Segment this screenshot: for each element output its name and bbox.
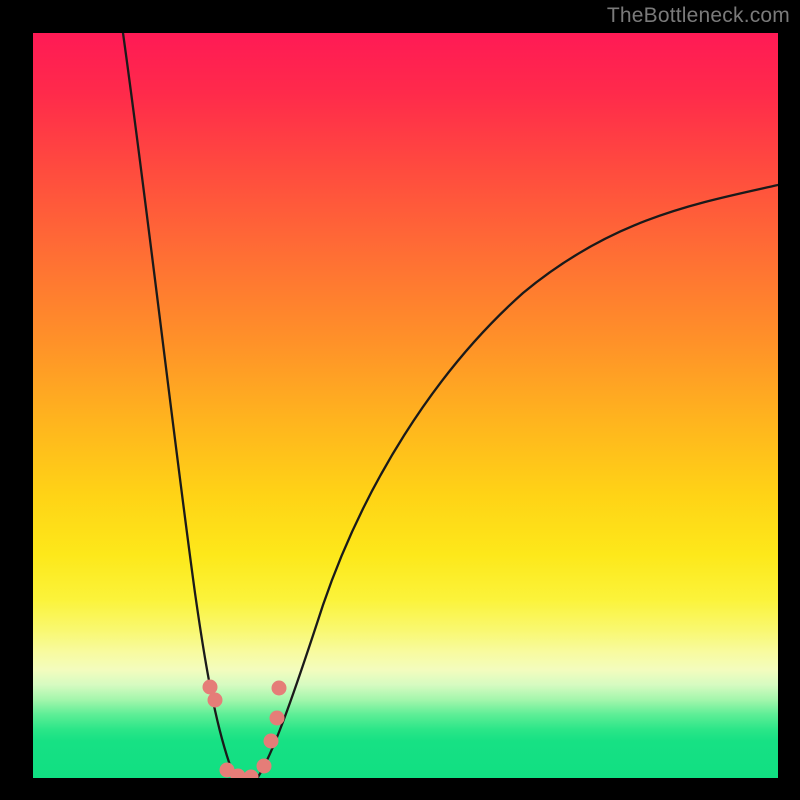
- marker-dot: [264, 734, 279, 749]
- plot-area: [33, 33, 778, 778]
- curve-left-branch: [123, 33, 238, 776]
- bottleneck-curve: [33, 33, 778, 778]
- chart-frame: TheBottleneck.com: [0, 0, 800, 800]
- watermark-text: TheBottleneck.com: [607, 4, 790, 28]
- marker-dot: [203, 680, 218, 695]
- marker-dot: [208, 693, 223, 708]
- marker-dot: [257, 759, 272, 774]
- marker-dot: [244, 770, 259, 779]
- marker-dot: [270, 711, 285, 726]
- curve-right-branch: [258, 185, 778, 777]
- marker-group: [203, 680, 287, 779]
- marker-dot: [272, 681, 287, 696]
